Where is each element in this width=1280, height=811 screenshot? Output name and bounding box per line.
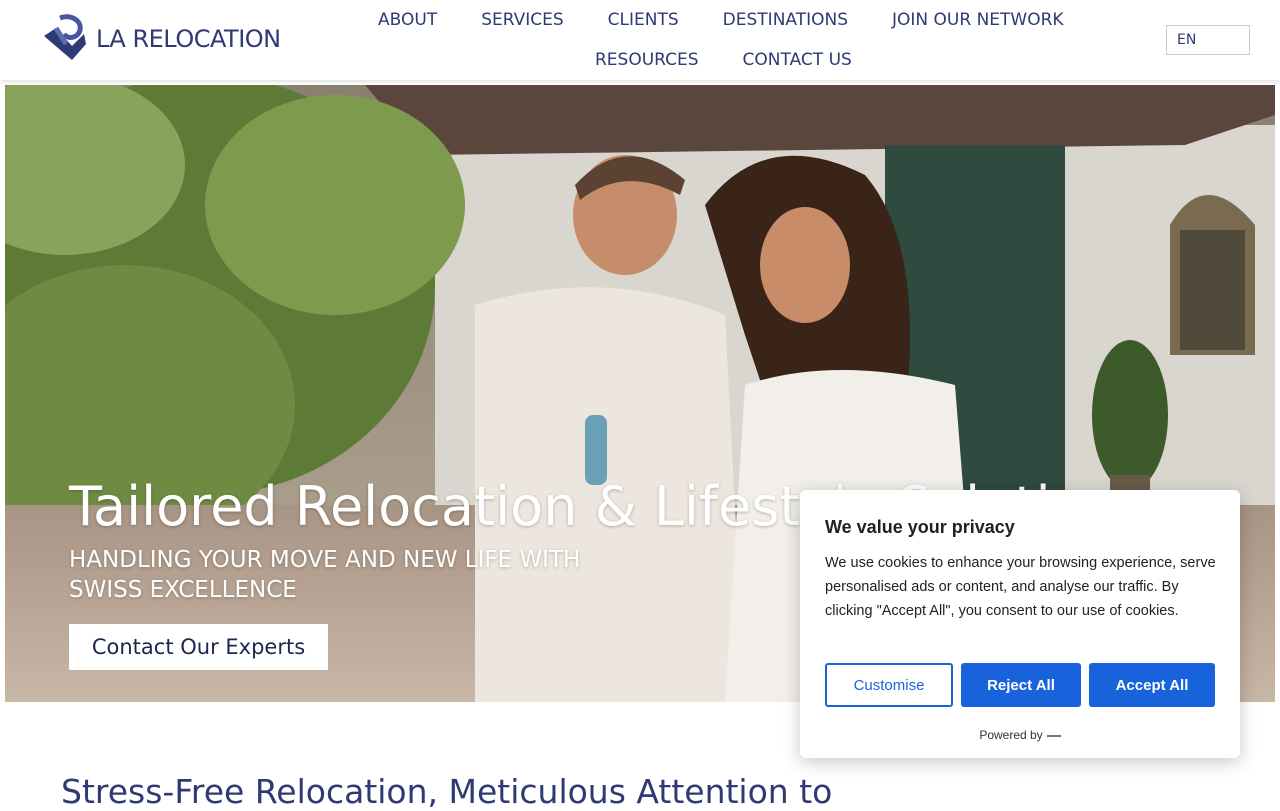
logo-text: LA RELOCATION: [96, 25, 281, 53]
logo[interactable]: LA RELOCATION: [42, 14, 281, 64]
nav-row-secondary: RESOURCES CONTACT US: [573, 50, 874, 70]
nav-item-clients[interactable]: CLIENTS: [586, 10, 701, 30]
section-title: Stress-Free Relocation, Meticulous Atten…: [61, 772, 833, 811]
cookie-title: We value your privacy: [825, 517, 1015, 537]
site-header: LA RELOCATION ABOUT SERVICES CLIENTS DES…: [0, 0, 1280, 80]
nav-row-primary: ABOUT SERVICES CLIENTS DESTINATIONS JOIN…: [356, 10, 1086, 30]
hero-subtitle: HANDLING YOUR MOVE AND NEW LIFE WITH SWI…: [69, 547, 581, 603]
nav-item-services[interactable]: SERVICES: [459, 10, 585, 30]
reject-all-button[interactable]: Reject All: [961, 663, 1081, 707]
provider-logo-icon[interactable]: [1046, 734, 1061, 737]
nav-item-destinations[interactable]: DESTINATIONS: [701, 10, 870, 30]
contact-experts-button[interactable]: Contact Our Experts: [69, 624, 328, 670]
nav-item-contact-us[interactable]: CONTACT US: [721, 50, 874, 70]
nav-item-resources[interactable]: RESOURCES: [573, 50, 721, 70]
cookie-consent-dialog: We value your privacy We use cookies to …: [800, 490, 1240, 758]
cookie-description: We use cookies to enhance your browsing …: [825, 555, 1216, 619]
powered-by-label: Powered by: [979, 728, 1043, 742]
nav-item-about[interactable]: ABOUT: [356, 10, 459, 30]
language-selector[interactable]: EN: [1166, 25, 1250, 55]
accept-all-button[interactable]: Accept All: [1089, 663, 1215, 707]
powered-by: Powered by: [800, 728, 1240, 742]
logo-mark-icon: [44, 14, 86, 60]
customise-button[interactable]: Customise: [825, 663, 953, 707]
nav-item-join-our-network[interactable]: JOIN OUR NETWORK: [870, 10, 1086, 30]
